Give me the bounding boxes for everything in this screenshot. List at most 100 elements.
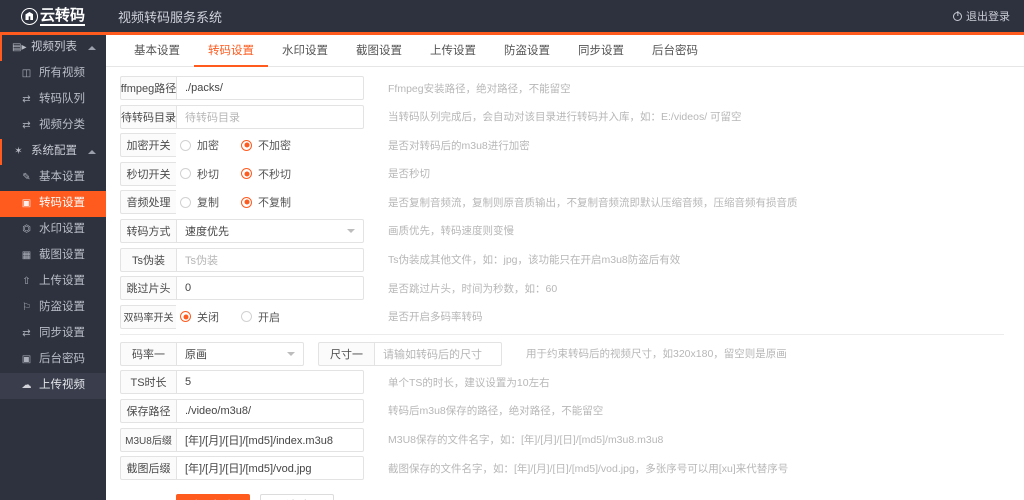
sidebar-item-basic-settings[interactable]: ✎ 基本设置 [0, 165, 106, 191]
ts-disguise-input[interactable]: Ts伪装 [176, 247, 364, 272]
dual-bitrate-radio-on[interactable]: 开启 [241, 309, 280, 325]
m3u8-suffix-hint: M3U8保存的文件名字，如：[年]/[月]/[日]/[md5]/m3u8.m3u… [388, 434, 664, 447]
sidebar-item-label: 后台密码 [39, 353, 85, 366]
snapshot-suffix-hint: 截图保存的文件名字，如：[年]/[月]/[日]/[md5]/vod.jpg，多张… [388, 462, 789, 475]
encrypt-radio-off[interactable]: 不加密 [241, 137, 291, 153]
pending-dir-hint: 当转码队列完成后，会自动对该目录进行转码并入库，如：E:/videos/ 可留空 [388, 111, 742, 124]
sidebar-item-upload-settings[interactable]: ⇧ 上传设置 [0, 269, 106, 295]
fastcut-radio-on[interactable]: 秒切 [180, 166, 219, 182]
tab-basic-settings[interactable]: 基本设置 [120, 36, 194, 67]
sidebar-item-sync-settings[interactable]: ⇄ 同步设置 [0, 321, 106, 347]
transfer-icon: ⇄ [22, 94, 31, 105]
tab-antitheft-settings[interactable]: 防盗设置 [490, 36, 564, 67]
sidebar-item-watermark-settings[interactable]: ⏣ 水印设置 [0, 217, 106, 243]
bitrate-one-select[interactable]: 原画 [176, 341, 304, 366]
radio-dot-icon [180, 311, 191, 323]
ffmpeg-path-hint: Ffmpeg安装路径，绝对路径，不能留空 [388, 82, 571, 95]
top-bar: 云转码 视频转码服务系统 退出登录 [0, 0, 1024, 32]
transcode-mode-hint: 画质优先，转码速度则变慢 [388, 225, 514, 238]
ffmpeg-path-input[interactable]: ./packs/ [176, 76, 364, 100]
tab-watermark-settings[interactable]: 水印设置 [268, 36, 342, 67]
tab-admin-password[interactable]: 后台密码 [638, 36, 712, 67]
audio-radio-nocopy[interactable]: 不复制 [241, 194, 291, 210]
audio-radio-copy-label: 复制 [197, 197, 219, 210]
sidebar-item-antitheft-settings[interactable]: ⚐ 防盗设置 [0, 295, 106, 321]
encrypt-radio-on-label: 加密 [197, 140, 219, 153]
sidebar-group-video-list[interactable]: ▤▸ 视频列表 [0, 35, 106, 61]
chevron-up-icon [88, 150, 96, 154]
sidebar-item-transcode-settings[interactable]: ▣ 转码设置 [0, 191, 106, 217]
audio-radio-copy[interactable]: 复制 [180, 194, 219, 210]
submit-button[interactable]: 立即提交 [176, 493, 250, 500]
sidebar-item-label: 所有视频 [39, 67, 85, 80]
sidebar-item-all-videos[interactable]: ◫ 所有视频 [0, 61, 106, 87]
save-path-input[interactable]: ./video/m3u8/ [176, 398, 364, 423]
sidebar-item-admin-password[interactable]: ▣ 后台密码 [0, 347, 106, 373]
chevron-down-icon [347, 228, 355, 233]
dual-bitrate-radio-off[interactable]: 关闭 [180, 309, 219, 325]
bitrate-one-label: 码率一 [120, 341, 176, 366]
flag-icon: ⚐ [22, 302, 31, 313]
sidebar: ▤▸ 视频列表 ◫ 所有视频 ⇄ 转码队列 ⇄ 视频分类 ✶ 系统配置 ✎ 基本… [0, 35, 106, 500]
sidebar-item-label: 基本设置 [39, 171, 85, 184]
fastcut-radio-off[interactable]: 不秒切 [241, 166, 291, 182]
pending-dir-input[interactable]: 待转码目录 [176, 104, 364, 129]
crop-icon: ⏣ [22, 224, 31, 235]
cloud-upload-icon: ☁ [21, 380, 32, 391]
sidebar-item-video-category[interactable]: ⇄ 视频分类 [0, 113, 106, 139]
audio-process-radio-group: 复制 不复制 [176, 190, 364, 214]
size-one-hint: 用于约束转码后的视频尺寸，如320x180，留空则是原画 [526, 348, 787, 361]
sidebar-group-system-config[interactable]: ✶ 系统配置 [0, 139, 106, 165]
page-title: 视频转码服务系统 [118, 9, 223, 25]
ts-disguise-label: Ts伪装 [120, 247, 176, 272]
snapshot-suffix-input[interactable]: [年]/[月]/[日]/[md5]/vod.jpg [176, 456, 364, 481]
fastcut-radio-on-label: 秒切 [197, 168, 219, 181]
transfer-icon: ⇄ [22, 120, 31, 131]
tab-transcode-settings[interactable]: 转码设置 [194, 36, 268, 67]
reset-button[interactable]: 取消重置 [260, 493, 334, 500]
image-icon: ▦ [21, 250, 32, 261]
chevron-down-icon [287, 351, 295, 356]
encrypt-radio-on[interactable]: 加密 [180, 137, 219, 153]
encrypt-switch-label: 加密开关 [120, 133, 176, 158]
logo-text: 云转码 [39, 6, 85, 26]
form-row-ts-disguise: Ts伪装 Ts伪装 Ts伪装成其他文件，如：jpg，该功能只在开启m3u8防盗后… [120, 247, 1024, 272]
cloud-logo-icon [20, 7, 38, 25]
snapshot-suffix-label: 截图后缀 [120, 456, 176, 481]
skip-intro-input[interactable]: 0 [176, 276, 364, 301]
tab-upload-settings[interactable]: 上传设置 [416, 36, 490, 67]
skip-intro-hint: 是否跳过片头，时间为秒数，如：60 [388, 282, 558, 295]
dual-bitrate-radio-off-label: 关闭 [197, 311, 219, 324]
radio-dot-icon [180, 196, 191, 208]
edit-square-icon: ✎ [22, 172, 31, 183]
sidebar-item-label: 防盗设置 [39, 301, 85, 314]
form-row-ffmpeg-path: ffmpeg路径 ./packs/ Ffmpeg安装路径，绝对路径，不能留空 [120, 76, 1024, 100]
size-one-input[interactable]: 请输如转码后的尺寸 [374, 341, 502, 366]
m3u8-suffix-input[interactable]: [年]/[月]/[日]/[md5]/index.m3u8 [176, 427, 364, 452]
logout-button[interactable]: 退出登录 [953, 0, 1010, 32]
form-row-skip-intro: 跳过片头 0 是否跳过片头，时间为秒数，如：60 [120, 276, 1024, 301]
skip-intro-label: 跳过片头 [120, 276, 176, 301]
sidebar-item-snapshot-settings[interactable]: ▦ 截图设置 [0, 243, 106, 269]
film-icon: ◫ [21, 68, 32, 79]
logo[interactable]: 云转码 [0, 0, 106, 32]
transfer-icon: ⇄ [22, 328, 31, 339]
transcode-mode-select[interactable]: 速度优先 [176, 218, 364, 243]
chevron-up-icon [88, 46, 96, 50]
power-icon [953, 11, 962, 21]
sidebar-item-label: 截图设置 [39, 249, 85, 262]
sidebar-item-label: 转码队列 [39, 93, 85, 106]
encrypt-radio-off-label: 不加密 [258, 140, 291, 153]
radio-dot-icon [241, 311, 252, 323]
encrypt-switch-hint: 是否对转码后的m3u8进行加密 [388, 139, 530, 152]
sidebar-item-upload-video[interactable]: ☁ 上传视频 [0, 373, 106, 399]
tab-sync-settings[interactable]: 同步设置 [564, 36, 638, 67]
form-row-audio-process: 音频处理 复制 不复制 是否复制音频流，复制则原音质输出，不复制音频流即默认压缩… [120, 190, 1024, 215]
tab-snapshot-settings[interactable]: 截图设置 [342, 36, 416, 67]
form-row-transcode-mode: 转码方式 速度优先 画质优先，转码速度则变慢 [120, 218, 1024, 243]
ts-duration-input[interactable]: 5 [176, 370, 364, 395]
gear-icon: ✶ [14, 146, 23, 157]
sidebar-item-transcode-queue[interactable]: ⇄ 转码队列 [0, 87, 106, 113]
ts-duration-label: TS时长 [120, 370, 176, 395]
